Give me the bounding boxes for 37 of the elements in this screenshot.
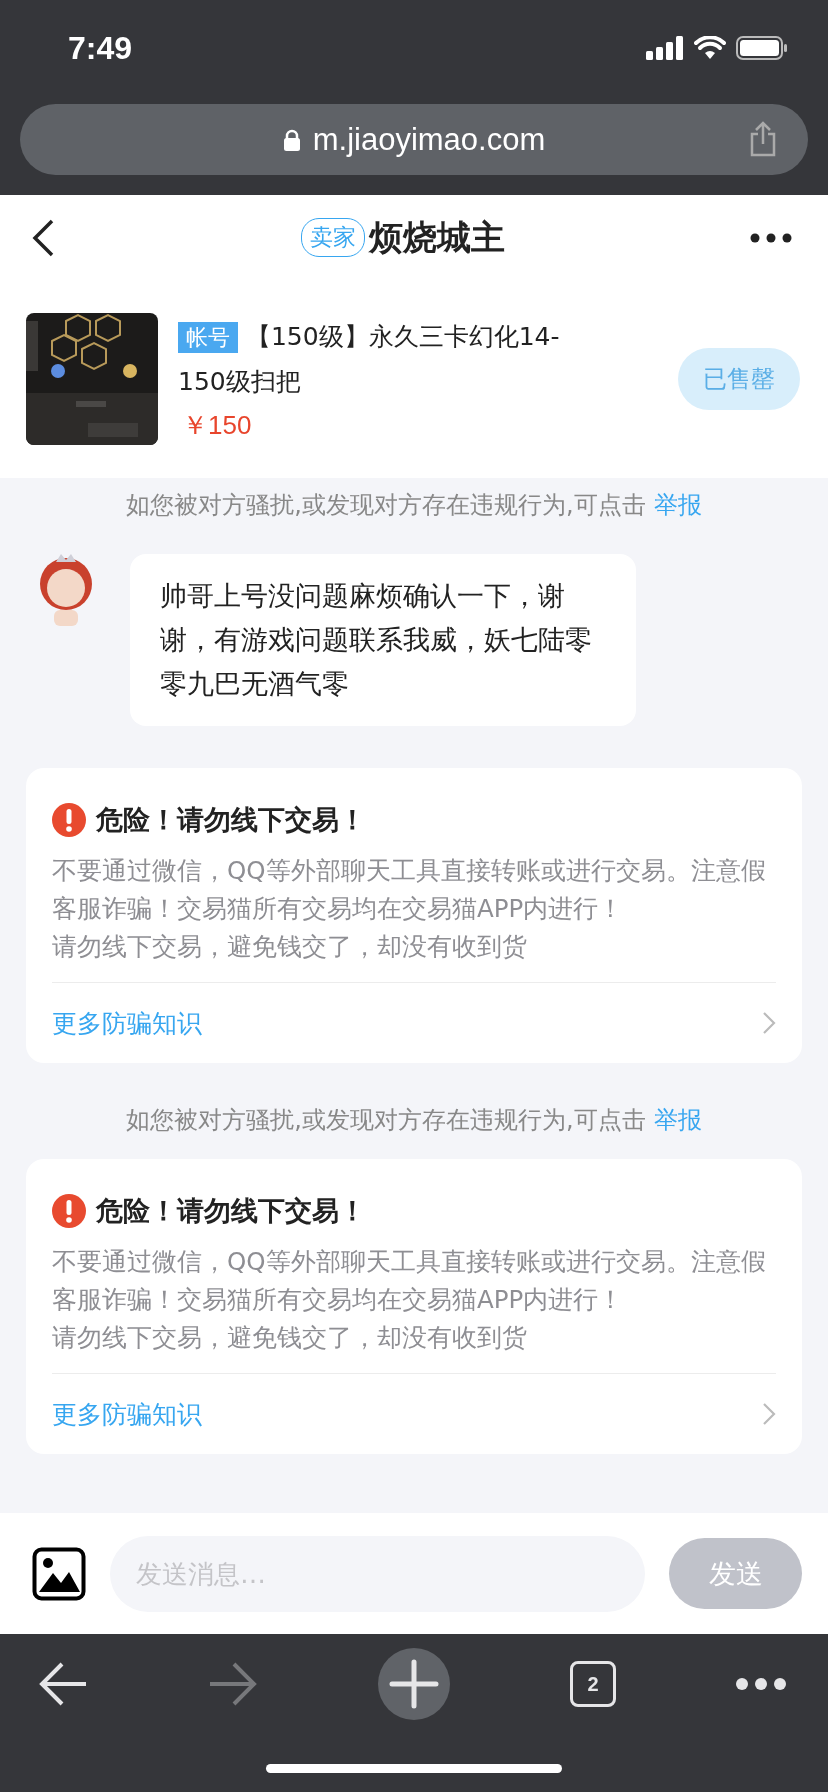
anti-fraud-link[interactable]: 更多防骗知识: [52, 982, 776, 1063]
lock-icon: [282, 128, 301, 151]
back-arrow-icon[interactable]: [38, 1661, 88, 1707]
anti-fraud-link[interactable]: 更多防骗知识: [52, 1373, 776, 1454]
back-icon[interactable]: [30, 217, 56, 258]
more-icon[interactable]: [736, 1678, 786, 1690]
notice-text: 如您被对方骚扰,或发现对方存在违规行为,可点击: [126, 491, 646, 519]
image-icon[interactable]: [32, 1546, 86, 1601]
signal-icon: [646, 36, 684, 60]
chat-title: 烦烧城主: [369, 215, 505, 259]
report-link[interactable]: 举报: [653, 491, 702, 519]
status-time: 7:49: [68, 29, 133, 67]
battery-icon: [736, 36, 788, 60]
account-tag: 帐号: [178, 322, 238, 353]
warning-text: 请勿线下交易，避免钱交了，却没有收到货: [52, 931, 528, 963]
warning-title: 危险！请勿线下交易！: [96, 803, 366, 837]
share-icon[interactable]: [748, 121, 778, 157]
chevron-right-icon: [762, 1402, 776, 1426]
new-tab-icon[interactable]: [378, 1648, 450, 1720]
product-price: ￥150: [181, 409, 253, 442]
warning-title: 危险！请勿线下交易！: [96, 1194, 366, 1228]
tab-count-button[interactable]: 2: [570, 1661, 616, 1707]
warning-text: 不要通过微信，QQ等外部聊天工具直接转账或进行交易。注意假客服诈骗！交易猫所有交易均在交易猫APP内进行！: [52, 1246, 767, 1316]
message-bubble: 帅哥上号没问题麻烦确认一下，谢谢，有游戏问题联系我威，妖七陆零零九巴无酒气零: [130, 554, 636, 726]
address-bar[interactable]: m.jiaoyimao.com: [20, 104, 808, 175]
warning-icon: [52, 1194, 86, 1228]
chevron-right-icon: [762, 1011, 776, 1035]
more-icon[interactable]: [750, 232, 792, 243]
product-title[interactable]: 帐号 【150级】永久三卡幻化14-150级扫把: [178, 315, 578, 404]
notice-text: 如您被对方骚扰,或发现对方存在违规行为,可点击: [126, 1106, 646, 1134]
warning-text: 不要通过微信，QQ等外部聊天工具直接转账或进行交易。注意假客服诈骗！交易猫所有交易均在交易猫APP内进行！: [52, 855, 767, 925]
seller-badge: 卖家: [301, 218, 365, 257]
url-text: m.jiaoyimao.com: [312, 121, 546, 158]
wifi-icon: [694, 36, 726, 60]
warning-text: 请勿线下交易，避免钱交了，却没有收到货: [52, 1322, 528, 1354]
report-link[interactable]: 举报: [653, 1106, 702, 1134]
warning-icon: [52, 803, 86, 837]
